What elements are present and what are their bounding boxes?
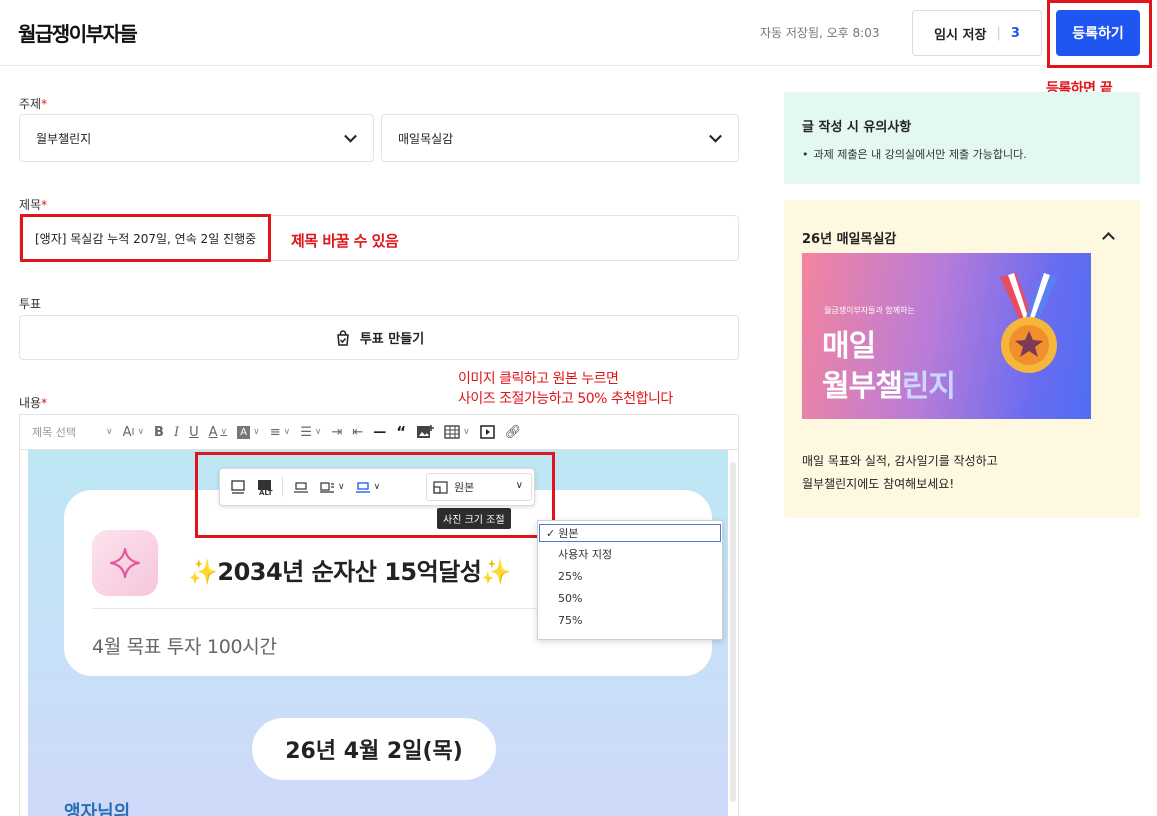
title-highlight-box xyxy=(20,214,271,262)
chevron-down-icon: ∨ xyxy=(105,427,113,437)
writing-notice-box: 글 작성 시 유의사항 • 과제 제출은 내 강의실에서만 제출 가능합니다. xyxy=(784,92,1140,184)
sparkle-icon xyxy=(92,530,158,596)
draft-divider: | xyxy=(996,25,1001,41)
chevron-down-icon xyxy=(344,129,357,143)
topic-select-category[interactable]: 월부챌린지 xyxy=(19,114,374,162)
chevron-up-icon[interactable] xyxy=(1102,232,1115,245)
size-option-50[interactable]: 50% xyxy=(538,587,722,609)
autosave-status: 자동 저장됨, 오후 8:03 xyxy=(760,26,880,40)
chevron-down-icon xyxy=(709,129,722,143)
draft-save-label: 임시 저장 xyxy=(934,27,987,43)
date-pill: 26년 4월 2일(목) xyxy=(252,718,496,780)
draft-save-button[interactable]: 임시 저장 | 3 xyxy=(912,10,1042,56)
heading-select-value: 제목 선택 xyxy=(32,426,76,439)
banner-kicker: 월급쟁이부자들과 함께하는 xyxy=(824,306,915,315)
table-icon[interactable]: ∨ xyxy=(444,425,470,439)
italic-icon[interactable]: I xyxy=(174,425,179,440)
link-icon[interactable]: 🔗︎ xyxy=(505,425,522,440)
text-color-icon[interactable]: A ∨ xyxy=(209,425,228,440)
check-icon: ✓ xyxy=(546,526,556,540)
medal-icon xyxy=(986,273,1072,397)
quote-icon[interactable]: “ xyxy=(396,423,406,441)
topic-select-category-value: 월부챌린지 xyxy=(36,131,92,146)
banner-line1: 매일 xyxy=(822,329,876,364)
create-vote-button[interactable]: 투표 만들기 xyxy=(19,315,739,360)
create-vote-label: 투표 만들기 xyxy=(359,332,425,347)
image-size-dropdown: ✓ 원본 사용자 지정 25% 50% 75% xyxy=(537,520,723,640)
title-annotation: 제목 바꿀 수 있음 xyxy=(291,232,399,250)
bold-icon[interactable]: B xyxy=(154,425,164,440)
size-option-original[interactable]: ✓ 원본 xyxy=(539,524,721,542)
editor-scrollbar[interactable] xyxy=(730,462,736,802)
site-logo[interactable]: 월급쟁이부자들 xyxy=(18,18,138,47)
image-toolbar-highlight-box xyxy=(195,452,555,538)
challenge-banner-image: 월급쟁이부자들과 함께하는 매일 월부챌린지 xyxy=(802,253,1091,419)
font-size-icon[interactable]: A I ∨ xyxy=(123,425,144,440)
submit-highlight-box xyxy=(1047,0,1152,68)
align-icon[interactable]: ≡ ∨ xyxy=(270,425,291,440)
outdent-icon[interactable]: ⇤ xyxy=(352,425,363,440)
editor-toolbar: 제목 선택 ∨ A I ∨ B I U A ∨ A ∨ ≡ ∨ ☰ ∨ ⇥ ⇤ — “ ∨ … xyxy=(19,414,739,450)
top-header: 월급쟁이부자들 자동 저장됨, 오후 8:03 임시 저장 | 3 등록하기 xyxy=(0,0,1157,66)
underline-icon[interactable]: U xyxy=(189,425,199,440)
size-option-25[interactable]: 25% xyxy=(538,565,722,587)
topic-select-subcategory-value: 매일목실감 xyxy=(398,131,454,146)
notice-item: • 과제 제출은 내 강의실에서만 제출 가능합니다. xyxy=(802,148,1027,161)
highlight-color-icon[interactable]: A ∨ xyxy=(237,425,260,439)
title-label: 제목* xyxy=(19,198,48,212)
challenge-info-box: 26년 매일목실감 월급쟁이부자들과 함께하는 매일 월부챌린지 매일 목표와 … xyxy=(784,200,1140,518)
heading-select[interactable]: 제목 선택 ∨ xyxy=(32,424,113,440)
topic-select-subcategory[interactable]: 매일목실감 xyxy=(381,114,739,162)
vote-bag-icon xyxy=(334,329,352,347)
content-label: 내용* xyxy=(19,396,48,410)
goal-main-text: ✨2034년 순자산 15억달성✨ xyxy=(188,558,511,586)
banner-line2: 월부챌린지 xyxy=(822,369,956,404)
size-option-75[interactable]: 75% xyxy=(538,609,722,631)
goal-sub-text: 4월 목표 투자 100시간 xyxy=(92,636,277,658)
image-annotation-line1: 이미지 클릭하고 원본 누르면 xyxy=(458,371,619,387)
size-option-custom[interactable]: 사용자 지정 xyxy=(538,543,722,565)
topic-label: 주제* xyxy=(19,97,48,111)
notice-title: 글 작성 시 유의사항 xyxy=(802,120,912,135)
video-icon[interactable] xyxy=(479,425,495,439)
draft-count: 3 xyxy=(1010,25,1020,41)
indent-icon[interactable]: ⇥ xyxy=(331,425,342,440)
image-annotation-line2: 사이즈 조절가능하고 50% 추천합니다 xyxy=(458,391,673,407)
challenge-title: 26년 매일목실감 xyxy=(802,232,897,247)
author-text: 앵자님의 xyxy=(64,802,131,816)
challenge-description: 매일 목표와 실적, 감사일기를 작성하고 월부챌린지에도 참여해보세요! xyxy=(802,454,998,491)
horizontal-rule-icon[interactable]: — xyxy=(373,425,386,440)
image-upload-icon[interactable] xyxy=(416,424,435,440)
vote-label: 투표 xyxy=(19,297,42,311)
list-icon[interactable]: ☰ ∨ xyxy=(300,425,321,440)
